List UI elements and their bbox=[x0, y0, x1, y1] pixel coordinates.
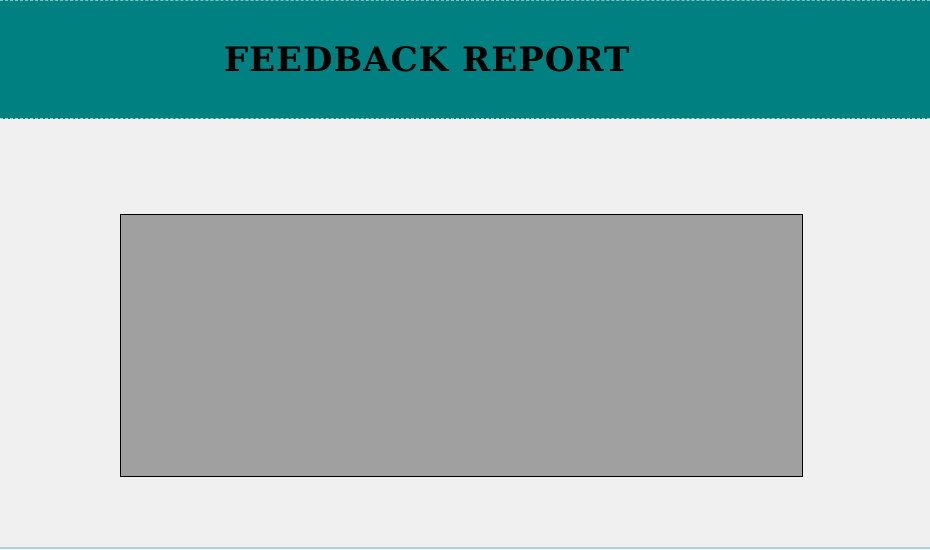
feedback-report-window: FEEDBACK REPORT bbox=[0, 0, 930, 550]
window-bottom-border bbox=[0, 547, 930, 549]
report-panel bbox=[120, 214, 803, 477]
page-title: FEEDBACK REPORT bbox=[224, 40, 631, 80]
header-banner: FEEDBACK REPORT bbox=[0, 0, 930, 119]
